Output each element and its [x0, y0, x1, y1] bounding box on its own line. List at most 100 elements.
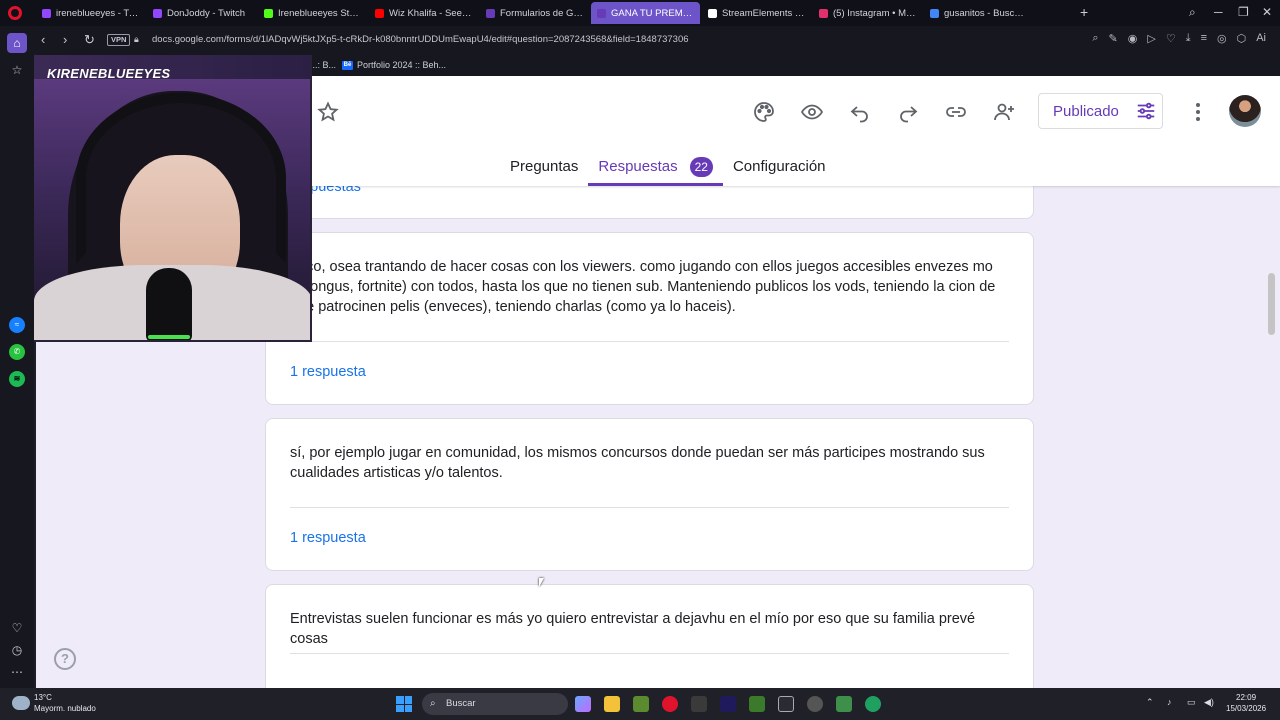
file-explorer-icon[interactable] [604, 696, 620, 712]
close-window-button[interactable]: ✕ [1262, 5, 1272, 19]
lock-icon[interactable]: 🔒︎ [134, 34, 139, 45]
browser-tab[interactable]: GANA TU PREMIO ! - For [591, 2, 700, 24]
menu-icon[interactable]: ≡ [1201, 32, 1207, 45]
kick-logo-icon: K [47, 66, 57, 81]
weather-temperature[interactable]: 13°C [34, 693, 52, 702]
palette-icon[interactable] [752, 100, 776, 124]
tab-favicon-icon [708, 8, 717, 18]
start-button[interactable] [396, 696, 412, 712]
whatsapp-icon[interactable]: ✆ [9, 344, 25, 360]
spotify-icon[interactable]: ≋ [9, 371, 25, 387]
back-button[interactable]: ‹ [41, 32, 45, 48]
tab-preguntas[interactable]: Preguntas [500, 158, 588, 186]
minimize-button[interactable]: ─ [1214, 5, 1223, 19]
star-icon[interactable] [316, 100, 340, 124]
tab-favicon-icon [264, 8, 273, 18]
download-icon[interactable]: ⤓ [1186, 32, 1191, 45]
response-count-link[interactable]: 1 respuesta [290, 362, 366, 382]
response-card: poco, osea trantando de hacer cosas con … [265, 232, 1034, 405]
tab-respuestas[interactable]: Respuestas 22 [588, 157, 723, 186]
redo-icon[interactable] [896, 100, 920, 124]
calendar-icon[interactable] [778, 696, 794, 712]
volume-icon[interactable]: ◀) [1204, 697, 1214, 708]
app-icon[interactable] [749, 696, 765, 712]
tab-title: ireneblueeyes - Twitch [56, 7, 139, 19]
opera-taskbar-icon[interactable] [662, 696, 678, 712]
browser-tab[interactable]: StreamElements - Stream [702, 2, 811, 24]
search-placeholder: Buscar [446, 698, 476, 709]
browser-tab[interactable]: (5) Instagram • Mensajes [813, 2, 922, 24]
show-hidden-icons-icon[interactable]: ⌃ [1146, 697, 1154, 708]
published-button[interactable]: Publicado [1038, 93, 1163, 129]
response-card: sí, por ejemplo jugar en comunidad, los … [265, 418, 1034, 571]
preview-eye-icon[interactable] [800, 100, 824, 124]
network-icon[interactable]: ▭ [1187, 697, 1196, 708]
add-collaborator-icon[interactable] [992, 100, 1016, 124]
help-button[interactable]: ? [54, 648, 76, 670]
taskbar-search[interactable]: ⌕ Buscar [422, 693, 568, 715]
bookmark-item[interactable]: Bē Portfolio 2024 :: Beh... [342, 59, 446, 71]
zoom-icon[interactable]: ⌕ [1092, 32, 1098, 45]
search-tabs-icon[interactable]: ⌕ [1189, 5, 1196, 19]
steam-icon[interactable] [807, 696, 823, 712]
vpn-badge[interactable]: VPN [107, 34, 131, 46]
new-tab-button[interactable]: + [1080, 5, 1088, 19]
tab-title: Wiz Khalifa - See You Ag [389, 7, 472, 19]
reload-button[interactable]: ↻ [84, 32, 95, 48]
streamer-name: KIRENEBLUEEYES [47, 66, 170, 81]
browser-tab[interactable]: Formularios de Google [480, 2, 589, 24]
messenger-icon[interactable]: ≈ [9, 317, 25, 333]
form-tabs: Preguntas Respuestas 22 Configuración [500, 157, 836, 186]
bookmark-label: Portfolio 2024 :: Beh... [357, 60, 447, 70]
opera-logo-icon[interactable] [8, 6, 22, 20]
browser-tab[interactable]: gusanitos - Buscar con Go [924, 2, 1033, 24]
clock-date[interactable]: 15/03/2026 [1226, 704, 1266, 713]
profile-icon[interactable]: ◎ [1217, 32, 1227, 45]
player-icon[interactable]: ▷ [1147, 32, 1155, 45]
microphone-tray-icon[interactable]: ♪ [1167, 697, 1172, 707]
ai-icon[interactable]: Ai [1256, 32, 1266, 45]
heart-icon[interactable]: ♡ [1166, 32, 1176, 45]
app-icon[interactable] [865, 696, 881, 712]
speed-dial-icon[interactable]: ☆ [9, 62, 25, 78]
browser-tab[interactable]: ireneblueeyes - Twitch [36, 2, 145, 24]
response-count-link[interactable]: 1 respuesta [290, 528, 366, 548]
copilot-icon[interactable] [575, 696, 591, 712]
app-icon[interactable] [836, 696, 852, 712]
extensions-icon[interactable]: ⬡ [1237, 32, 1247, 45]
after-effects-icon[interactable] [720, 696, 736, 712]
clock-time[interactable]: 22:09 [1236, 693, 1256, 702]
tab-configuracion[interactable]: Configuración [723, 158, 836, 186]
home-icon[interactable]: ⌂ [7, 33, 27, 53]
address-bar: ‹ › ↻ VPN 🔒︎ docs.google.com/forms/d/1lA… [0, 26, 1280, 54]
response-text: poco, osea trantando de hacer cosas con … [290, 259, 996, 315]
url-field[interactable]: docs.google.com/forms/d/1lADqvWj5ktJXp5-… [152, 34, 689, 46]
browser-tab[interactable]: Wiz Khalifa - See You Ag [369, 2, 478, 24]
forward-button[interactable]: › [63, 32, 67, 48]
tab-title: DonJoddy - Twitch [167, 7, 245, 19]
account-avatar[interactable] [1229, 95, 1261, 127]
settings-sliders-icon [1137, 102, 1155, 120]
minecraft-icon[interactable] [633, 696, 649, 712]
browser-tab[interactable]: Irenebluееyes Stream - W [258, 2, 367, 24]
history-icon[interactable]: ◷ [9, 642, 25, 658]
maximize-button[interactable]: ❐ [1238, 5, 1249, 19]
link-icon[interactable] [944, 100, 968, 124]
page-scrollbar[interactable] [1268, 273, 1275, 335]
more-vert-icon[interactable] [1186, 100, 1210, 124]
tab-favicon-icon [153, 8, 162, 18]
microphone-light [148, 335, 190, 339]
undo-icon[interactable] [848, 100, 872, 124]
weather-icon[interactable] [12, 696, 30, 710]
response-text: Entrevistas suelen funcionar es más yo q… [290, 611, 976, 647]
card-divider [290, 341, 1009, 342]
bookmark-item[interactable]: ...: B... [310, 59, 336, 71]
epic-games-icon[interactable] [691, 696, 707, 712]
browser-tab[interactable]: DonJoddy - Twitch [147, 2, 256, 24]
edit-icon[interactable]: ✎ [1109, 32, 1118, 45]
search-icon: ⌕ [430, 698, 436, 709]
more-options-icon[interactable]: ⋯ [9, 664, 25, 680]
favorites-icon[interactable]: ♡ [9, 620, 25, 636]
weather-description[interactable]: Mayorm. nublado [34, 704, 96, 713]
camera-icon[interactable]: ◉ [1128, 32, 1138, 45]
